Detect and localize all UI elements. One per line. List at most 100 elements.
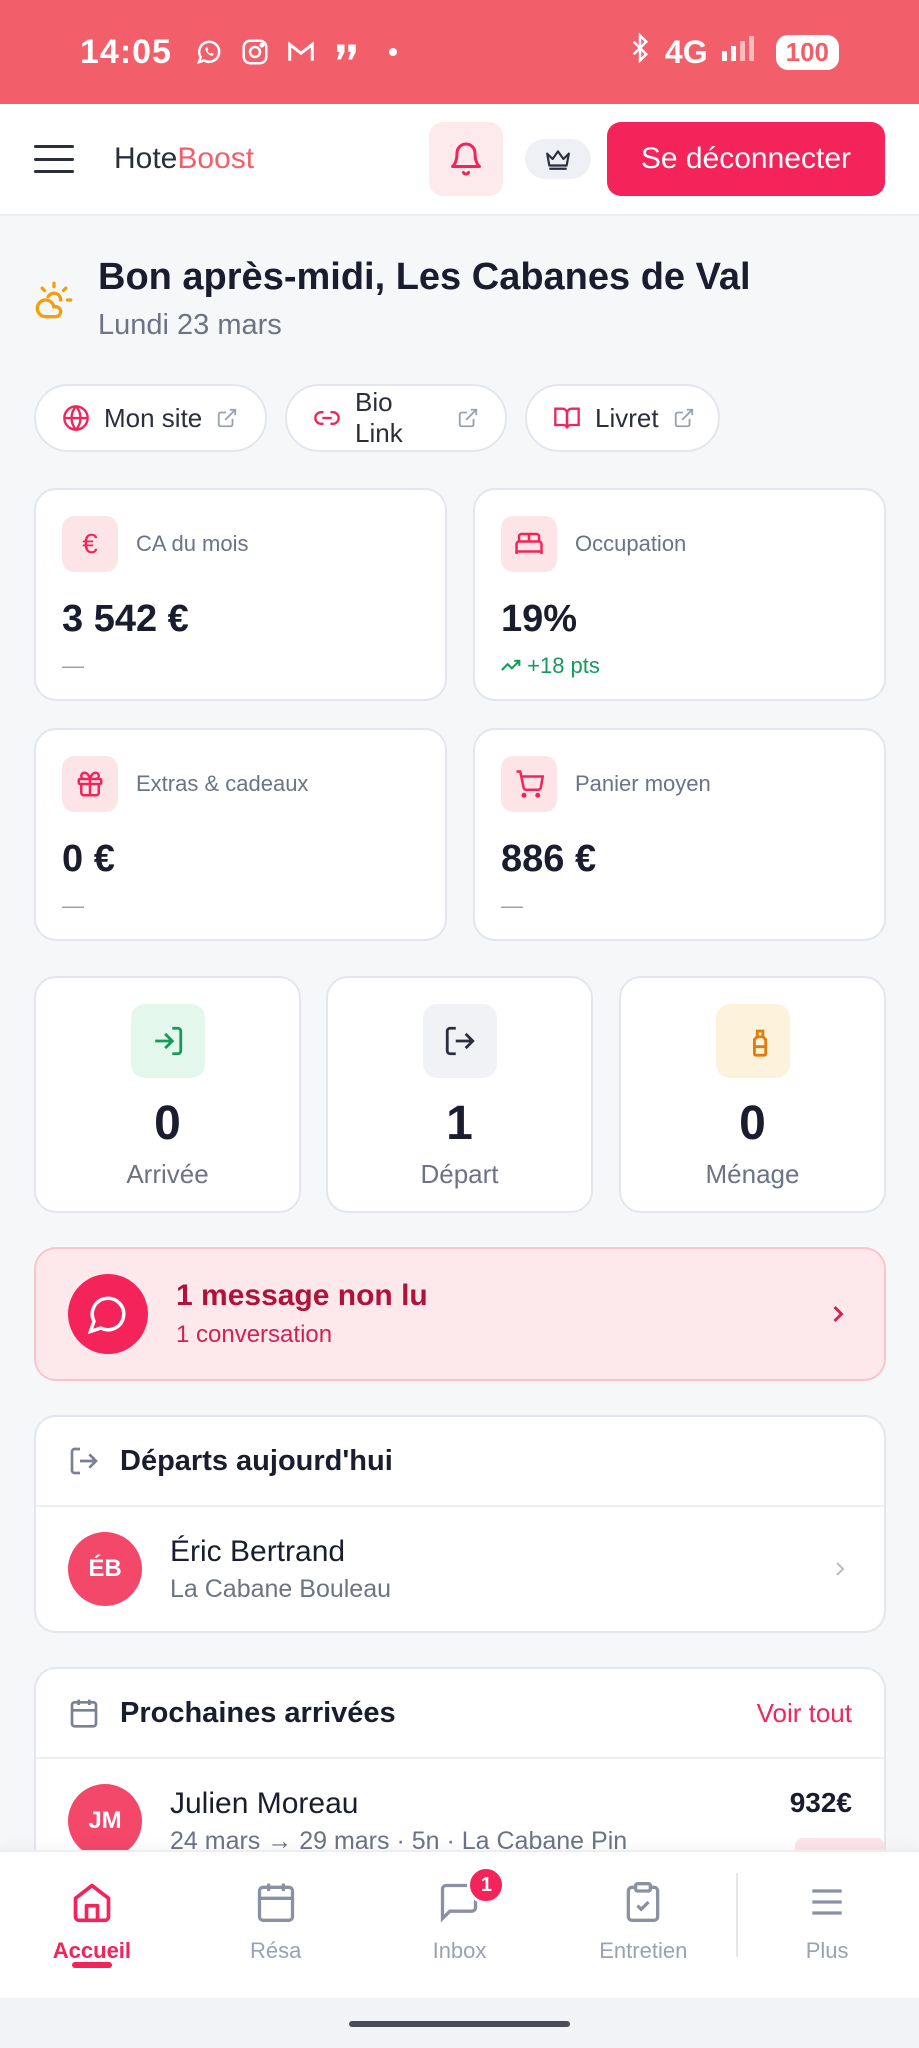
status-time: 14:05 <box>80 32 172 71</box>
bottom-navigation: Accueil Résa 1 Inbox Entretien Plus <box>0 1850 919 1998</box>
message-circle-icon <box>68 1274 148 1354</box>
counter-cleaning[interactable]: 0 Ménage <box>619 976 886 1213</box>
brand-part2: Boost <box>177 142 255 175</box>
stat-trend: — <box>62 653 84 678</box>
whatsapp-icon <box>194 37 224 67</box>
status-bar: 14:05 4G 100 <box>0 0 919 104</box>
link-my-site[interactable]: Mon site <box>34 384 267 452</box>
guest-name: Julien Moreau <box>170 1786 359 1820</box>
calendar-icon <box>257 1883 294 1922</box>
stat-card-average-basket[interactable]: Panier moyen 886 € — <box>473 728 886 941</box>
nav-inbox[interactable]: 1 Inbox <box>368 1852 552 1998</box>
section-title: Prochaines arrivées <box>120 1696 396 1729</box>
menu-line <box>34 170 74 173</box>
calendar-icon <box>70 1699 98 1728</box>
system-status: 4G 100 <box>629 32 839 71</box>
spray-icon <box>715 1004 790 1078</box>
link-label: Bio Link <box>355 387 403 448</box>
counter-label: Ménage <box>705 1159 800 1189</box>
clipboard-check-icon <box>626 1882 660 1922</box>
avatar: ÉB <box>68 1532 142 1606</box>
battery-level: 100 <box>775 34 839 70</box>
active-indicator <box>71 1962 112 1968</box>
counter-departures[interactable]: 1 Départ <box>326 976 593 1213</box>
bed-icon <box>501 516 557 572</box>
stat-trend: — <box>501 893 523 918</box>
home-gesture-bar[interactable] <box>349 2021 570 2027</box>
gmail-icon <box>286 37 316 67</box>
nav-label: Plus <box>805 1938 849 1963</box>
nav-more[interactable]: Plus <box>735 1852 919 1998</box>
greeting-date: Lundi 23 mars <box>98 309 282 341</box>
premium-button[interactable] <box>524 139 591 179</box>
notifications-button[interactable] <box>428 122 503 196</box>
stat-label: CA du mois <box>136 531 249 556</box>
logout-icon <box>422 1004 497 1078</box>
counter-value: 0 <box>739 1097 766 1150</box>
nav-label: Résa <box>250 1938 302 1963</box>
nav-divider <box>736 1873 738 1957</box>
link-livret[interactable]: Livret <box>525 384 720 452</box>
unread-messages-banner[interactable]: 1 message non lu 1 conversation <box>34 1247 886 1381</box>
link-label: Livret <box>595 402 659 433</box>
stat-value: 0 € <box>62 838 115 880</box>
departure-row[interactable]: ÉB Éric Bertrand La Cabane Bouleau <box>36 1507 884 1631</box>
menu-line <box>34 157 74 161</box>
counter-value: 0 <box>154 1097 181 1150</box>
app-header: HoteBoost Se déconnecter <box>0 104 919 216</box>
stat-label: Occupation <box>575 531 687 556</box>
stat-card-revenue[interactable]: € CA du mois 3 542 € — <box>34 488 447 701</box>
globe-icon <box>63 405 89 432</box>
logout-icon <box>70 1447 98 1475</box>
external-link-icon <box>458 408 478 428</box>
chevron-right-icon <box>836 1562 845 1576</box>
nav-label: Inbox <box>432 1938 487 1963</box>
unread-badge: 1 <box>467 1866 506 1904</box>
signal-icon <box>721 33 762 71</box>
stat-card-extras[interactable]: Extras & cadeaux 0 € — <box>34 728 447 941</box>
unread-messages-sub: 1 conversation <box>176 1321 333 1348</box>
hamburger-menu-button[interactable] <box>34 139 74 179</box>
network-type: 4G <box>664 33 708 70</box>
stat-card-occupation[interactable]: Occupation 19% +18 pts <box>473 488 886 701</box>
stat-trend-text: +18 pts <box>527 653 600 678</box>
book-icon <box>554 407 580 429</box>
stat-label: Panier moyen <box>575 771 711 796</box>
stay-price: 932€ <box>789 1787 852 1818</box>
stat-value: 886 € <box>501 838 597 880</box>
trending-up-icon <box>501 659 521 671</box>
nav-maintenance[interactable]: Entretien <box>551 1852 735 1998</box>
logout-button[interactable]: Se déconnecter <box>606 122 885 196</box>
nav-reservations[interactable]: Résa <box>184 1852 368 1998</box>
chevron-right-icon <box>833 1305 844 1323</box>
brand-part1: Hote <box>114 142 178 175</box>
home-icon <box>73 1883 111 1923</box>
nav-home[interactable]: Accueil <box>0 1852 184 1998</box>
counter-label: Arrivée <box>126 1159 209 1189</box>
instagram-icon <box>240 37 270 67</box>
stat-trend: +18 pts <box>501 653 858 679</box>
counter-label: Départ <box>420 1159 499 1189</box>
gift-icon <box>62 756 118 812</box>
counter-value: 1 <box>446 1097 473 1150</box>
quote-app-icon <box>332 37 362 67</box>
nav-label: Accueil <box>52 1938 132 1963</box>
link-icon <box>314 411 340 425</box>
counter-arrivals[interactable]: 0 Arrivée <box>34 976 301 1213</box>
bell-icon <box>450 142 481 176</box>
unread-messages-title: 1 message non lu <box>176 1279 428 1312</box>
brand-logo[interactable]: HoteBoost <box>114 142 254 176</box>
avatar: JM <box>68 1784 142 1858</box>
link-bio-link[interactable]: Bio Link <box>285 384 507 452</box>
see-all-link[interactable]: Voir tout <box>757 1698 852 1729</box>
guest-property: La Cabane Bouleau <box>170 1574 392 1603</box>
greeting-title: Bon après-midi, Les Cabanes de Val <box>98 256 751 298</box>
quick-links: Mon site Bio Link Livret <box>34 384 720 452</box>
crown-icon <box>545 150 570 170</box>
menu-line <box>34 145 74 148</box>
euro-icon: € <box>62 516 118 572</box>
notification-icons <box>194 37 408 67</box>
stat-trend: — <box>62 893 84 918</box>
menu-icon <box>812 1889 842 1915</box>
section-title: Départs aujourd'hui <box>120 1444 393 1477</box>
